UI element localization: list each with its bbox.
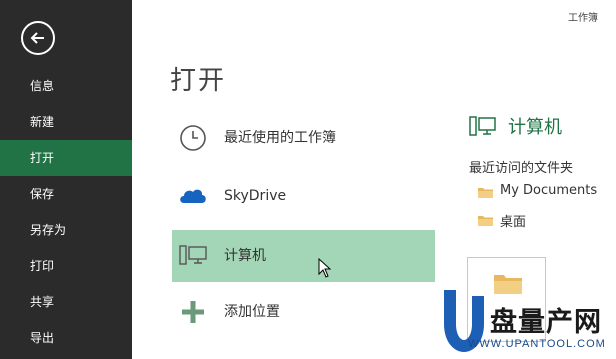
clock-icon bbox=[180, 125, 206, 151]
place-computer[interactable]: 计算机 bbox=[172, 230, 435, 282]
recent-folder-desktop[interactable]: 桌面 bbox=[478, 209, 558, 231]
watermark-brand: 盘量产网 bbox=[490, 307, 602, 338]
folder-icon bbox=[478, 216, 493, 226]
back-button[interactable] bbox=[21, 21, 55, 55]
place-label: 最近使用的工作簿 bbox=[224, 130, 336, 146]
folder-icon bbox=[478, 188, 493, 198]
plus-icon bbox=[182, 301, 204, 323]
nav-item-save[interactable]: 保存 bbox=[0, 176, 132, 212]
nav-item-print[interactable]: 打印 bbox=[0, 248, 132, 284]
right-panel-title: 计算机 bbox=[508, 117, 562, 138]
folder-label: 桌面 bbox=[500, 215, 527, 230]
page-title: 打开 bbox=[170, 66, 227, 96]
recent-folder-my-documents[interactable]: My Documents bbox=[478, 181, 616, 203]
place-label: 计算机 bbox=[224, 248, 266, 264]
watermark-url: WWW.UPANTOOL.COM bbox=[468, 338, 606, 350]
place-skydrive[interactable]: SkyDrive bbox=[172, 170, 435, 222]
cloud-icon bbox=[180, 189, 206, 203]
nav-item-save-as[interactable]: 另存为 bbox=[0, 212, 132, 248]
place-add-location[interactable]: 添加位置 bbox=[172, 286, 435, 338]
computer-icon bbox=[179, 245, 207, 265]
nav-item-info[interactable]: 信息 bbox=[0, 68, 132, 104]
backstage-sidebar: 信息 新建 打开 保存 另存为 打印 共享 导出 bbox=[0, 0, 132, 359]
site-watermark: 盘量产网 WWW.UPANTOOL.COM bbox=[438, 286, 616, 359]
place-label: 添加位置 bbox=[224, 304, 280, 320]
folder-label: My Documents bbox=[500, 183, 598, 198]
nav-item-open[interactable]: 打开 bbox=[0, 140, 132, 176]
place-label: SkyDrive bbox=[224, 188, 287, 204]
back-arrow-icon bbox=[30, 32, 44, 44]
computer-icon bbox=[469, 116, 496, 136]
nav-item-share[interactable]: 共享 bbox=[0, 284, 132, 320]
mouse-cursor-icon bbox=[318, 258, 332, 278]
window-title: 工作簿 bbox=[568, 13, 598, 24]
place-recent-workbooks[interactable]: 最近使用的工作簿 bbox=[172, 112, 435, 164]
nav-item-new[interactable]: 新建 bbox=[0, 104, 132, 140]
recent-folders-heading: 最近访问的文件夹 bbox=[469, 161, 574, 176]
nav-item-export[interactable]: 导出 bbox=[0, 320, 132, 356]
